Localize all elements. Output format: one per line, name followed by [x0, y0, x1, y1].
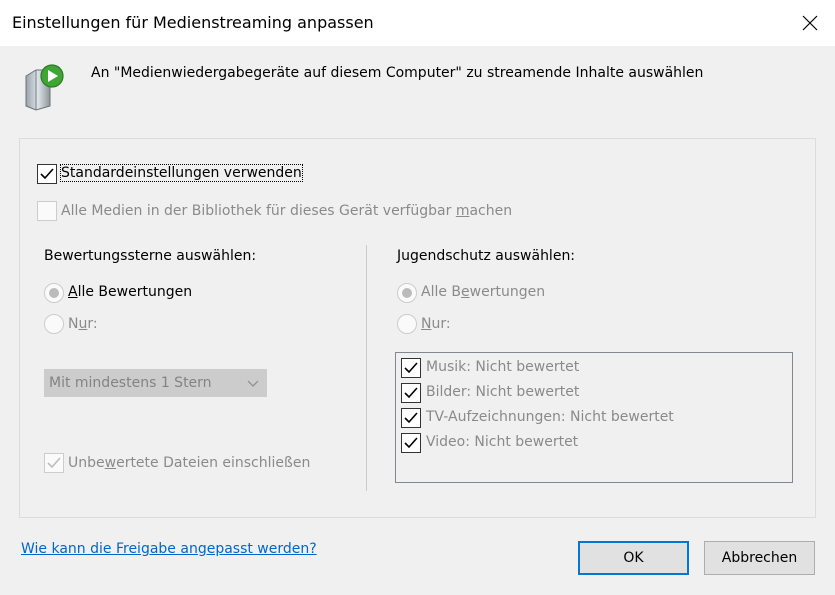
checkmark-icon: [404, 362, 418, 374]
chevron-down-icon: [247, 380, 259, 387]
ratings-only-label: Nur:: [68, 316, 98, 332]
use-defaults-checkbox[interactable]: [37, 164, 57, 184]
radio-selected-dot: [49, 288, 59, 298]
close-button[interactable]: [785, 0, 835, 46]
header-area: An "Medienwiedergabegeräte auf diesem Co…: [0, 46, 835, 120]
unrated-files-label: Unbewertete Dateien einschließen: [68, 455, 311, 471]
window-title: Einstellungen für Medienstreaming anpass…: [12, 13, 374, 32]
section-divider: [366, 245, 367, 491]
parental-item-label: Musik: Nicht bewertet: [426, 359, 580, 375]
parental-item-checkbox[interactable]: [401, 408, 421, 428]
help-link[interactable]: Wie kann die Freigabe angepasst werden?: [21, 541, 317, 557]
all-media-checkbox[interactable]: [37, 201, 57, 221]
radio-selected-dot: [402, 288, 412, 298]
parental-only-label: Nur:: [421, 316, 451, 332]
dropdown-value: Mit mindestens 1 Stern: [49, 375, 212, 391]
use-defaults-label[interactable]: Standardeinstellungen verwenden: [60, 164, 303, 182]
ratings-all-radio[interactable]: [44, 283, 64, 303]
ratings-all-label: Alle Bewertungen: [68, 284, 193, 300]
parental-item-label: Bilder: Nicht bewertet: [426, 384, 580, 400]
parental-item-checkbox[interactable]: [401, 383, 421, 403]
parental-item-label: TV-Aufzeichnungen: Nicht bewertet: [426, 409, 674, 425]
media-device-icon: [25, 64, 64, 111]
ok-button[interactable]: OK: [578, 541, 689, 575]
all-media-label: Alle Medien in der Bibliothek für dieses…: [61, 203, 513, 219]
parental-only-radio[interactable]: [397, 314, 417, 334]
unrated-files-checkbox[interactable]: [44, 453, 64, 473]
ratings-only-radio[interactable]: [44, 314, 64, 334]
checkmark-icon: [40, 168, 54, 180]
parental-item-checkbox[interactable]: [401, 433, 421, 453]
parental-item-label: Video: Nicht bewertet: [426, 434, 579, 450]
title-bar: Einstellungen für Medienstreaming anpass…: [0, 0, 835, 46]
star-rating-dropdown[interactable]: Mit mindestens 1 Stern: [44, 369, 267, 397]
checkmark-icon: [404, 412, 418, 424]
parental-item-checkbox[interactable]: [401, 358, 421, 378]
header-description: An "Medienwiedergabegeräte auf diesem Co…: [91, 65, 704, 81]
checkmark-icon: [47, 457, 61, 469]
cancel-button[interactable]: Abbrechen: [704, 541, 815, 575]
close-icon: [802, 15, 818, 31]
parental-rating-list: Musik: Nicht bewertet Bilder: Nicht bewe…: [395, 352, 793, 483]
parental-all-radio[interactable]: [397, 283, 417, 303]
checkmark-icon: [404, 387, 418, 399]
parental-heading: Jugendschutz auswählen:: [397, 248, 576, 264]
checkmark-icon: [404, 437, 418, 449]
parental-all-label: Alle Bewertungen: [421, 284, 546, 300]
ratings-heading: Bewertungssterne auswählen:: [44, 248, 257, 264]
